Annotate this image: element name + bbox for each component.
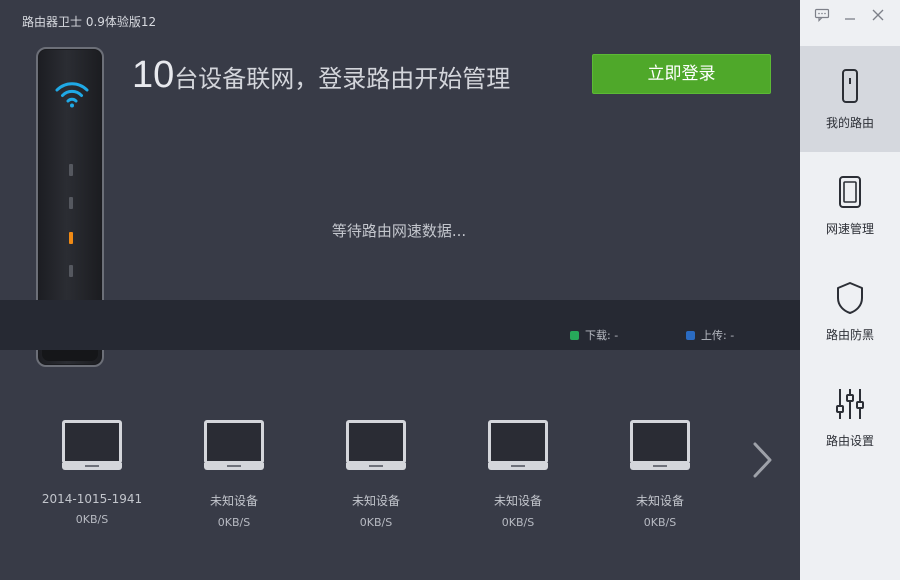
chevron-right-icon[interactable] [750, 440, 776, 480]
waiting-text: 等待路由网速数据... [331, 222, 467, 240]
device-speed: 0KB/S [359, 516, 393, 529]
device-name: 2014-1015-1941 [41, 492, 143, 506]
feedback-icon[interactable] [808, 6, 836, 24]
monitor-icon [62, 420, 122, 472]
device-item[interactable]: 未知设备 0KB/S [463, 420, 573, 529]
router-led [69, 164, 73, 176]
sidebar-item-router-settings[interactable]: 路由设置 [800, 364, 900, 470]
sidebar-item-anti-hack[interactable]: 路由防黑 [800, 258, 900, 364]
router-led [69, 197, 73, 209]
router-led [69, 265, 73, 277]
waiting-status: 等待路由网速数据... [0, 220, 800, 241]
device-name: 未知设备 [493, 494, 542, 508]
device-item[interactable]: 未知设备 0KB/S [605, 420, 715, 529]
monitor-icon [204, 420, 264, 472]
sidebar-item-speed-management[interactable]: 网速管理 [800, 152, 900, 258]
login-button[interactable]: 立即登录 [592, 54, 771, 94]
upload-legend: 上传: - [686, 327, 734, 343]
device-speed: 0KB/S [217, 516, 251, 529]
router-icon [842, 69, 858, 103]
device-name: 未知设备 [209, 494, 258, 508]
download-label: 下载: - [585, 329, 619, 342]
sliders-icon [836, 389, 864, 419]
wifi-icon [55, 82, 89, 108]
monitor-icon [630, 420, 690, 472]
monitor-icon [488, 420, 548, 472]
download-legend: 下载: - [570, 327, 618, 343]
sidebar: 我的路由 网速管理 路由防黑 路由设置 [800, 0, 900, 580]
download-color-swatch [570, 330, 579, 340]
device-speed: 0KB/S [643, 516, 677, 529]
device-item[interactable]: 2014-1015-1941 0KB/S [37, 420, 147, 526]
device-item[interactable]: 未知设备 0KB/S [321, 420, 431, 529]
device-name: 未知设备 [635, 494, 684, 508]
app-title: 路由器卫士 0.9体验版12 [22, 15, 157, 29]
close-icon[interactable] [864, 6, 892, 24]
headline: 10台设备联网，登录路由开始管理 [132, 54, 510, 96]
device-list: 2014-1015-1941 0KB/S 未知设备 0KB/S 未知设备 0KB… [0, 420, 740, 530]
speed-panel-icon [839, 176, 861, 208]
device-name: 未知设备 [351, 494, 400, 508]
device-speed: 0KB/S [75, 513, 109, 526]
sidebar-item-my-router[interactable]: 我的路由 [800, 46, 900, 152]
device-speed: 0KB/S [501, 516, 535, 529]
sidebar-item-label: 路由防黑 [825, 328, 874, 342]
monitor-icon [346, 420, 406, 472]
shield-icon [837, 282, 863, 314]
device-item[interactable]: 未知设备 0KB/S [179, 420, 289, 529]
device-count: 10 [132, 54, 175, 96]
headline-text: 台设备联网，登录路由开始管理 [174, 65, 511, 93]
upload-label: 上传: - [701, 329, 735, 342]
minimize-icon[interactable] [836, 6, 864, 24]
sidebar-item-label: 路由设置 [825, 434, 874, 448]
speed-band [0, 300, 800, 350]
main-panel: 路由器卫士 0.9体验版12 10台设备联网，登录路由开始管理 立即登录 等待路… [0, 0, 800, 580]
window-controls [808, 6, 892, 24]
sidebar-item-label: 我的路由 [825, 116, 874, 130]
sidebar-item-label: 网速管理 [825, 222, 874, 236]
upload-color-swatch [686, 330, 695, 340]
